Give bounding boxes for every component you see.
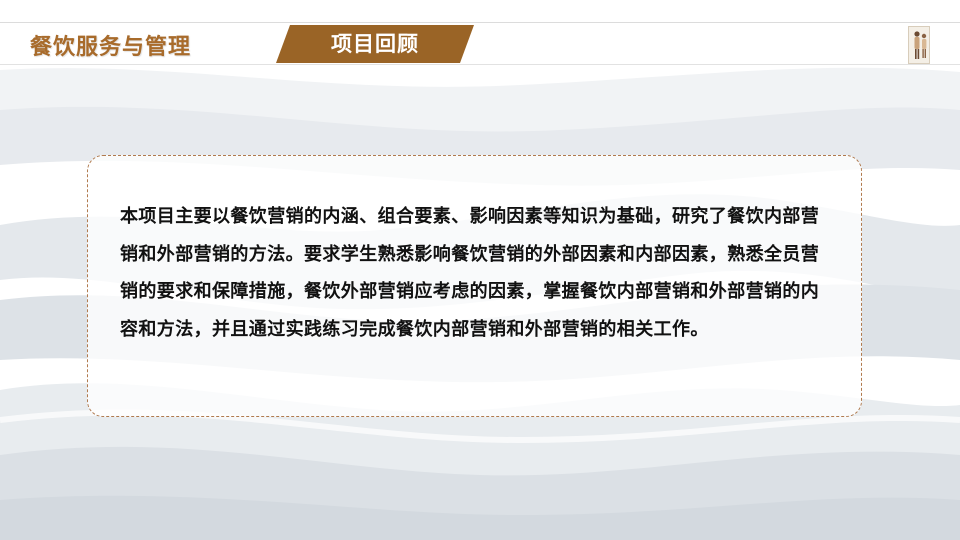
header-top-rule <box>0 22 960 23</box>
section-tab: 项目回顾 <box>276 25 474 63</box>
header-bar: 餐饮服务与管理 项目回顾 <box>0 0 960 65</box>
section-title: 项目回顾 <box>331 32 419 56</box>
figure-illustration-icon <box>908 26 930 64</box>
header-bottom-rule <box>0 64 960 65</box>
summary-paragraph: 本项目主要以餐饮营销的内涵、组合要素、影响因素等知识为基础，研究了餐饮内部营销和… <box>120 206 820 340</box>
summary-box: 本项目主要以餐饮营销的内涵、组合要素、影响因素等知识为基础，研究了餐饮内部营销和… <box>87 155 862 417</box>
slide: 餐饮服务与管理 项目回顾 本项目主要以餐饮营销的内涵、组合要素、影响因素等知识为… <box>0 0 960 540</box>
course-title: 餐饮服务与管理 <box>30 35 192 60</box>
